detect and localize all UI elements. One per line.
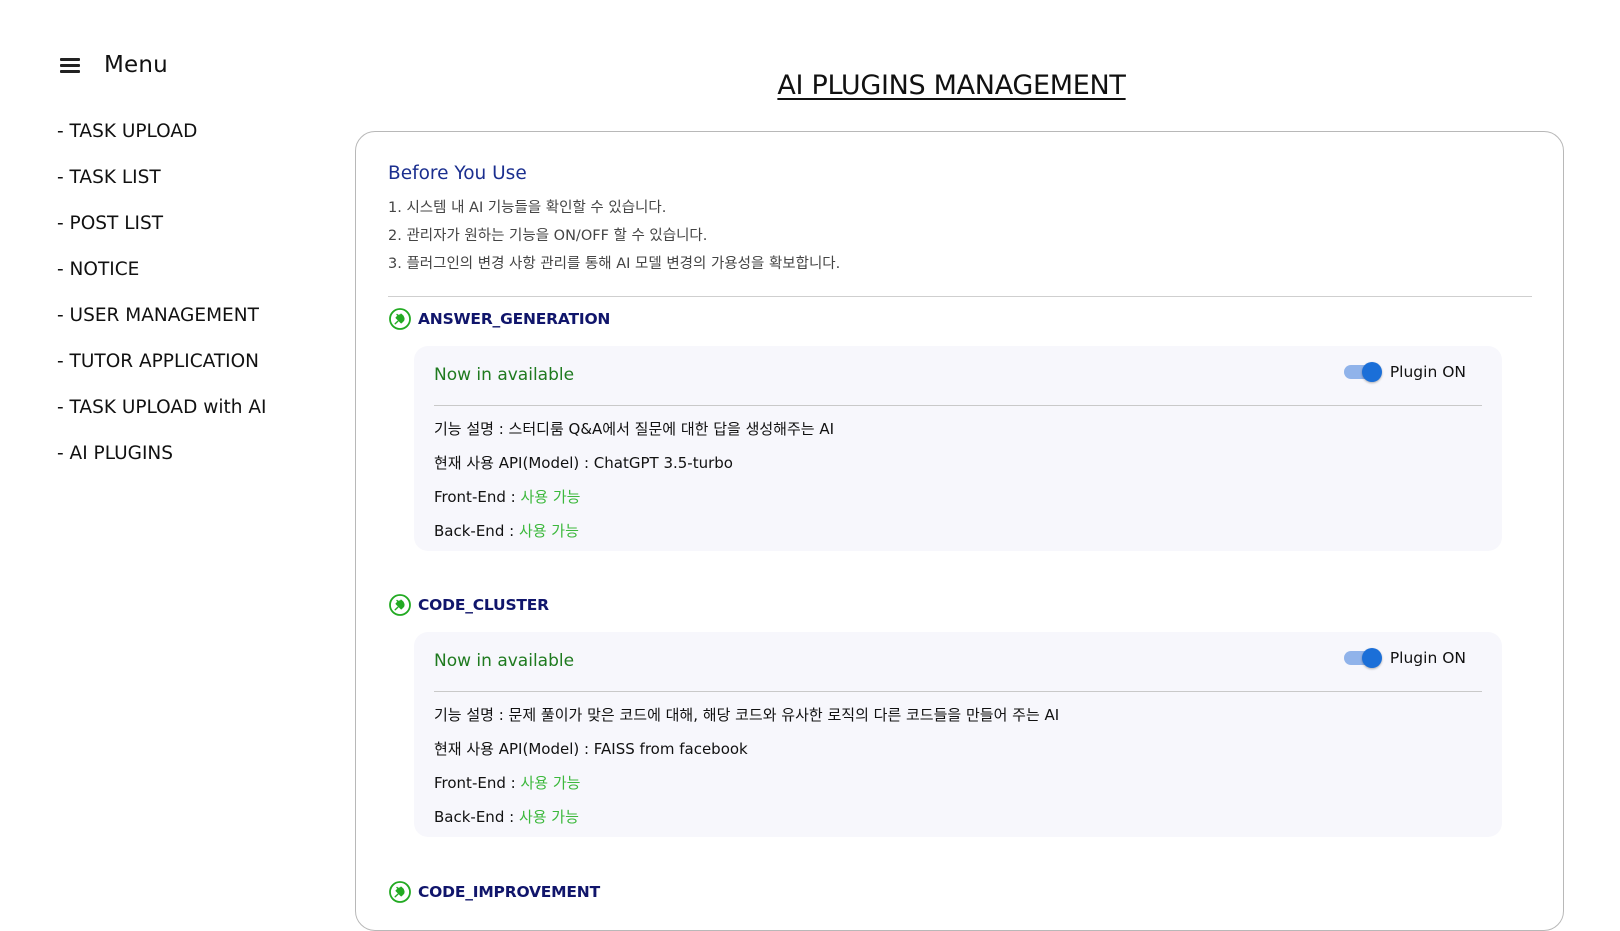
backend-label: Back-End : bbox=[434, 522, 519, 540]
frontend-row: Front-End : 사용 가능 bbox=[434, 766, 1059, 800]
plugin-name: CODE_CLUSTER bbox=[418, 596, 549, 614]
toggle-knob[interactable] bbox=[1361, 648, 1382, 668]
toggle-label[interactable]: Plugin ON bbox=[1390, 363, 1466, 381]
plugin-api: 현재 사용 API(Model) : ChatGPT 3.5-turbo bbox=[434, 454, 733, 472]
plugin-info: 기능 설명 : 스터디룸 Q&A에서 질문에 대한 답을 생성해주는 AI 현재… bbox=[434, 412, 834, 548]
backend-row: Back-End : 사용 가능 bbox=[434, 800, 1059, 834]
plug-icon bbox=[389, 594, 411, 616]
plugin-header: CODE_CLUSTER bbox=[388, 592, 1502, 618]
plugin-header: ANSWER_GENERATION bbox=[388, 306, 1502, 332]
plugin-header: CODE_IMPROVEMENT bbox=[388, 879, 1502, 905]
plugin-answer-generation: ANSWER_GENERATION Now in available Plugi… bbox=[388, 306, 1502, 551]
frontend-status: 사용 가능 bbox=[520, 774, 581, 792]
frontend-row: Front-End : 사용 가능 bbox=[434, 480, 834, 514]
intro-divider bbox=[388, 296, 1532, 297]
plugin-toggle[interactable]: Plugin ON bbox=[1343, 362, 1466, 382]
plugin-details: Now in available Plugin ON 기능 설명 : 스터디룸 … bbox=[414, 346, 1502, 551]
plugin-api: 현재 사용 API(Model) : FAISS from facebook bbox=[434, 740, 748, 758]
sidebar-item-tutor-application[interactable]: - TUTOR APPLICATION bbox=[57, 348, 266, 394]
plugins-card: Before You Use 1. 시스템 내 AI 기능들을 확인할 수 있습… bbox=[355, 131, 1564, 931]
backend-status: 사용 가능 bbox=[518, 808, 579, 826]
toggle-knob[interactable] bbox=[1361, 362, 1382, 382]
intro-line: 3. 플러그인의 변경 사항 관리를 통해 AI 모델 변경의 가용성을 확보합… bbox=[388, 256, 841, 272]
plugin-status: Now in available bbox=[434, 651, 575, 671]
details-divider bbox=[434, 405, 1482, 406]
plugin-name: CODE_IMPROVEMENT bbox=[418, 883, 600, 901]
sidebar-item-ai-plugins[interactable]: - AI PLUGINS bbox=[57, 440, 266, 486]
toggle-switch[interactable] bbox=[1343, 648, 1382, 668]
sidebar-item-user-management[interactable]: - USER MANAGEMENT bbox=[57, 302, 266, 348]
sidebar-item-post-list[interactable]: - POST LIST bbox=[57, 210, 266, 256]
plugin-name: ANSWER_GENERATION bbox=[418, 310, 611, 328]
menu-header: Menu bbox=[60, 52, 168, 78]
plugin-info: 기능 설명 : 문제 풀이가 맞은 코드에 대해, 해당 코드와 유사한 로직의… bbox=[434, 698, 1059, 834]
toggle-switch[interactable] bbox=[1343, 362, 1382, 382]
backend-label: Back-End : bbox=[434, 808, 519, 826]
sidebar-item-task-upload[interactable]: - TASK UPLOAD bbox=[57, 118, 266, 164]
plugin-description: 기능 설명 : 스터디룸 Q&A에서 질문에 대한 답을 생성해주는 AI bbox=[434, 420, 835, 438]
intro-heading: Before You Use bbox=[388, 163, 527, 184]
plug-icon bbox=[389, 881, 411, 903]
menu-title: Menu bbox=[104, 52, 168, 78]
plugin-toggle[interactable]: Plugin ON bbox=[1343, 648, 1466, 668]
frontend-label: Front-End : bbox=[434, 774, 521, 792]
sidebar-nav: - TASK UPLOAD - TASK LIST - POST LIST - … bbox=[57, 118, 266, 486]
intro-line: 1. 시스템 내 AI 기능들을 확인할 수 있습니다. bbox=[388, 200, 667, 216]
intro-line: 2. 관리자가 원하는 기능을 ON/OFF 할 수 있습니다. bbox=[388, 228, 708, 244]
toggle-label[interactable]: Plugin ON bbox=[1390, 649, 1466, 667]
sidebar-item-task-list[interactable]: - TASK LIST bbox=[57, 164, 266, 210]
frontend-status: 사용 가능 bbox=[520, 488, 581, 506]
plugin-code-improvement: CODE_IMPROVEMENT bbox=[388, 879, 1502, 905]
plugin-code-cluster: CODE_CLUSTER Now in available Plugin ON … bbox=[388, 592, 1502, 837]
plugin-status: Now in available bbox=[434, 365, 575, 385]
hamburger-icon[interactable] bbox=[60, 57, 80, 73]
plug-icon bbox=[389, 308, 411, 330]
before-you-use-section: Before You Use 1. 시스템 내 AI 기능들을 확인할 수 있습… bbox=[388, 163, 1532, 278]
backend-row: Back-End : 사용 가능 bbox=[434, 514, 834, 548]
sidebar-item-task-upload-with-ai[interactable]: - TASK UPLOAD with AI bbox=[57, 394, 266, 440]
details-divider bbox=[434, 691, 1482, 692]
frontend-label: Front-End : bbox=[434, 488, 521, 506]
backend-status: 사용 가능 bbox=[518, 522, 579, 540]
plugin-description: 기능 설명 : 문제 풀이가 맞은 코드에 대해, 해당 코드와 유사한 로직의… bbox=[434, 706, 1060, 724]
page-title: AI PLUGINS MANAGEMENT bbox=[777, 70, 1126, 101]
sidebar-item-notice[interactable]: - NOTICE bbox=[57, 256, 266, 302]
plugin-details: Now in available Plugin ON 기능 설명 : 문제 풀이… bbox=[414, 632, 1502, 837]
